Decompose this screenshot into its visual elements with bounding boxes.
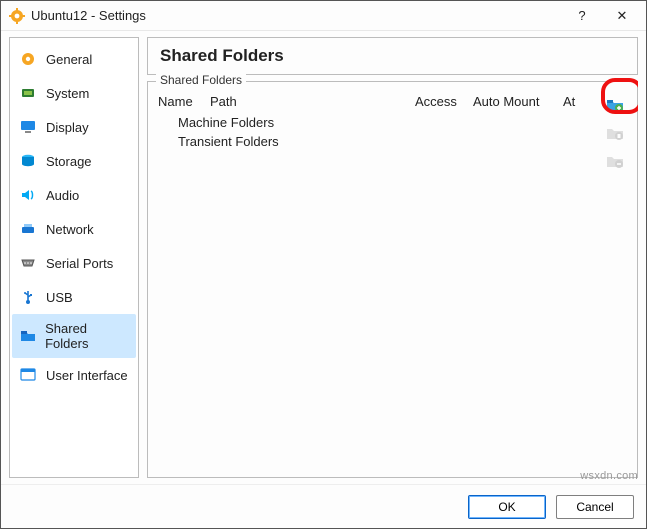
main-panel: Shared Folders Shared Folders Name Path … xyxy=(147,37,638,478)
serial-port-icon xyxy=(18,253,38,273)
sidebar-item-label: Audio xyxy=(46,188,79,203)
col-at[interactable]: At xyxy=(563,94,593,109)
sidebar-item-serial-ports[interactable]: Serial Ports xyxy=(12,246,136,280)
sidebar-item-user-interface[interactable]: User Interface xyxy=(12,358,136,392)
sidebar-item-storage[interactable]: Storage xyxy=(12,144,136,178)
titlebar: Ubuntu12 - Settings ? ✕ xyxy=(1,1,646,31)
watermark: wsxdn.com xyxy=(580,470,638,482)
storage-icon xyxy=(18,151,38,171)
shared-folders-group: Shared Folders Name Path Access Auto Mou… xyxy=(147,81,638,478)
ui-icon xyxy=(18,365,38,385)
cancel-button[interactable]: Cancel xyxy=(556,495,634,519)
close-button[interactable]: ✕ xyxy=(602,2,642,30)
window-title: Ubuntu12 - Settings xyxy=(31,8,562,23)
sidebar-item-label: Display xyxy=(46,120,89,135)
sidebar-item-label: Shared Folders xyxy=(45,321,130,351)
sidebar-item-system[interactable]: System xyxy=(12,76,136,110)
sidebar-item-network[interactable]: Network xyxy=(12,212,136,246)
gear-icon xyxy=(18,49,38,69)
ok-button[interactable]: OK xyxy=(468,495,546,519)
column-headers: Name Path Access Auto Mount At xyxy=(156,92,595,113)
page-title: Shared Folders xyxy=(147,37,638,75)
app-settings-icon xyxy=(9,8,25,24)
group-label: Shared Folders xyxy=(156,73,246,87)
tree-category-transient-folders[interactable]: Transient Folders xyxy=(178,132,595,151)
add-shared-folder-button[interactable] xyxy=(603,94,627,116)
sidebar-item-label: General xyxy=(46,52,92,67)
tree-category-machine-folders[interactable]: Machine Folders xyxy=(178,113,595,132)
dialog-footer: OK Cancel xyxy=(1,484,646,528)
sidebar-item-label: Network xyxy=(46,222,94,237)
sidebar-item-label: System xyxy=(46,86,89,101)
chip-icon xyxy=(18,83,38,103)
col-automount[interactable]: Auto Mount xyxy=(473,94,563,109)
sidebar-item-usb[interactable]: USB xyxy=(12,280,136,314)
network-icon xyxy=(18,219,38,239)
col-access[interactable]: Access xyxy=(415,94,473,109)
audio-icon xyxy=(18,185,38,205)
sidebar-item-audio[interactable]: Audio xyxy=(12,178,136,212)
sidebar-item-shared-folders[interactable]: Shared Folders xyxy=(12,314,136,358)
help-button[interactable]: ? xyxy=(562,2,602,30)
display-icon xyxy=(18,117,38,137)
sidebar-item-label: User Interface xyxy=(46,368,128,383)
sidebar-item-general[interactable]: General xyxy=(12,42,136,76)
sidebar-item-label: Serial Ports xyxy=(46,256,113,271)
category-sidebar: General System Display Storage Audio Net… xyxy=(9,37,139,478)
col-path[interactable]: Path xyxy=(210,94,415,109)
remove-shared-folder-button[interactable] xyxy=(603,150,627,172)
sidebar-item-label: USB xyxy=(46,290,73,305)
col-name[interactable]: Name xyxy=(158,94,210,109)
edit-shared-folder-button[interactable] xyxy=(603,122,627,144)
folder-action-buttons xyxy=(601,92,629,469)
sidebar-item-label: Storage xyxy=(46,154,92,169)
shared-folders-list[interactable]: Name Path Access Auto Mount At Machine F… xyxy=(156,92,595,469)
usb-icon xyxy=(18,287,38,307)
sidebar-item-display[interactable]: Display xyxy=(12,110,136,144)
folder-icon xyxy=(18,326,37,346)
settings-window: Ubuntu12 - Settings ? ✕ General System D… xyxy=(0,0,647,529)
